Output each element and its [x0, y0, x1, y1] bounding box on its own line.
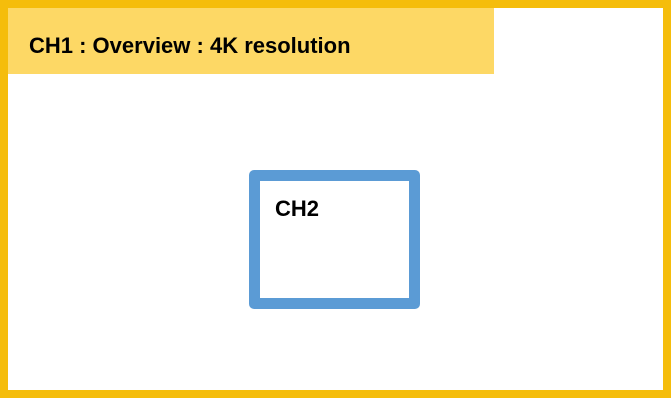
ch2-frame	[249, 170, 420, 309]
ch1-label: CH1 : Overview : 4K resolution	[29, 33, 351, 58]
ch2-label: CH2	[275, 196, 320, 221]
